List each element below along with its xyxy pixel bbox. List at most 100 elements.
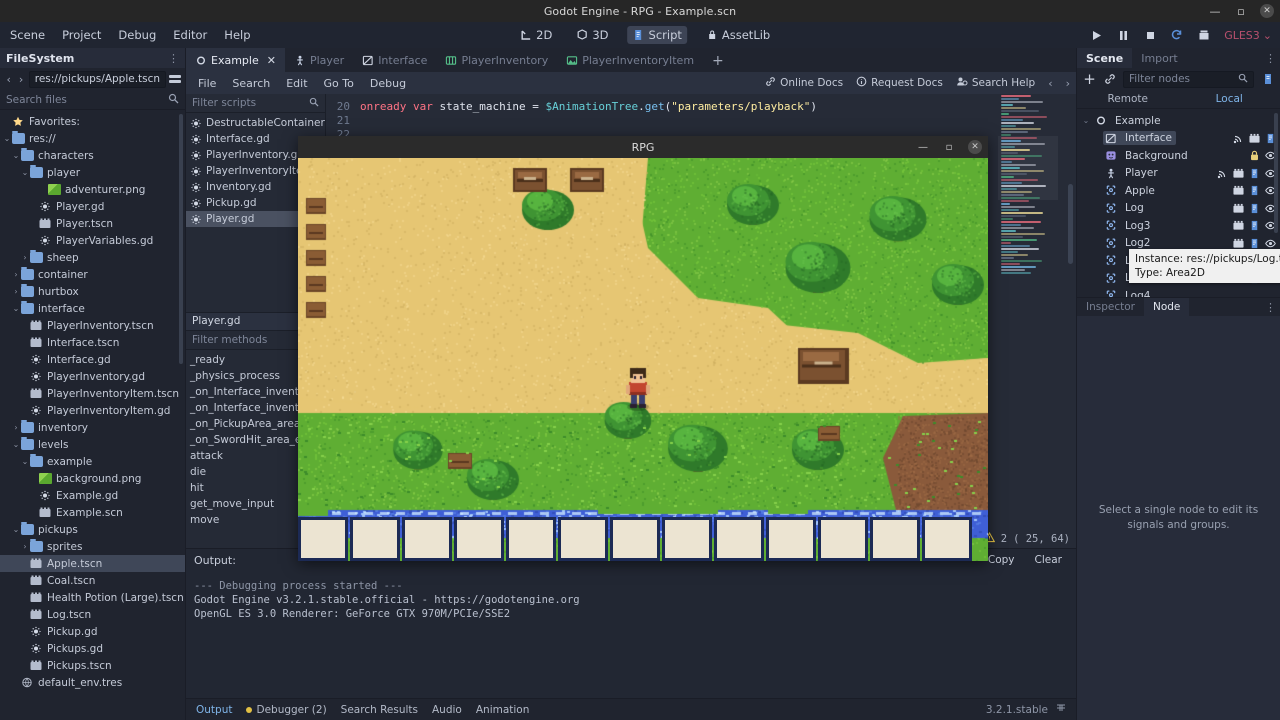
filesystem-item[interactable]: Interface.tscn bbox=[0, 334, 185, 351]
close-tab-icon[interactable]: ✕ bbox=[267, 54, 276, 67]
inventory-slot[interactable] bbox=[402, 517, 452, 561]
filesystem-item[interactable]: Example.gd bbox=[0, 487, 185, 504]
filesystem-item[interactable]: ⌄ example bbox=[0, 453, 185, 470]
bottom-tab-audio[interactable]: Audio bbox=[432, 704, 462, 716]
bottom-tab-output[interactable]: Output bbox=[196, 704, 232, 716]
filesystem-item[interactable]: Interface.gd bbox=[0, 351, 185, 368]
filesystem-item[interactable]: › inventory bbox=[0, 419, 185, 436]
scene-tree-node[interactable]: Apple bbox=[1077, 182, 1280, 200]
collapse-arrow-icon[interactable]: ⌄ bbox=[20, 457, 30, 466]
expand-arrow-icon[interactable]: › bbox=[20, 253, 30, 262]
tab-import[interactable]: Import bbox=[1132, 48, 1187, 68]
inventory-slot[interactable] bbox=[870, 517, 920, 561]
prev-script-button[interactable]: ‹ bbox=[1048, 77, 1052, 90]
nav-forward-icon[interactable]: › bbox=[16, 73, 25, 86]
scene-tab-playerinventory[interactable]: PlayerInventory bbox=[436, 48, 557, 72]
collapse-arrow-icon[interactable]: ⌄ bbox=[20, 168, 30, 177]
inventory-slot[interactable] bbox=[610, 517, 660, 561]
game-minimize-button[interactable]: — bbox=[916, 140, 930, 154]
inventory-slot[interactable] bbox=[922, 517, 972, 561]
filesystem-scrollbar[interactable] bbox=[179, 114, 183, 364]
scene-tab-playerinventoryitem[interactable]: PlayerInventoryItem bbox=[557, 48, 703, 72]
filesystem-item[interactable]: PlayerInventory.gd bbox=[0, 368, 185, 385]
minimize-button[interactable]: — bbox=[1208, 4, 1222, 18]
split-mode-icon[interactable] bbox=[169, 72, 181, 86]
dock-menu-icon[interactable]: ⋮ bbox=[1265, 52, 1280, 65]
resize-grip-icon[interactable] bbox=[1056, 703, 1066, 716]
filter-nodes-input[interactable]: Filter nodes bbox=[1123, 70, 1254, 88]
filesystem-item[interactable]: Player.gd bbox=[0, 198, 185, 215]
expand-arrow-icon[interactable]: › bbox=[11, 270, 21, 279]
play-scene-button[interactable] bbox=[1170, 28, 1184, 42]
signal-icon[interactable] bbox=[1217, 168, 1228, 179]
play-custom-scene-button[interactable] bbox=[1197, 28, 1211, 42]
script-icon[interactable] bbox=[1249, 220, 1260, 231]
scene-instance-icon[interactable] bbox=[1233, 220, 1244, 231]
filesystem-item[interactable]: Favorites: bbox=[0, 113, 185, 130]
menu-project[interactable]: Project bbox=[62, 28, 101, 42]
filesystem-item[interactable]: ⌄ player bbox=[0, 164, 185, 181]
script-filter-input[interactable]: Filter scripts bbox=[186, 94, 325, 113]
output-log[interactable]: --- Debugging process started --- Godot E… bbox=[186, 571, 1076, 698]
expand-arrow-icon[interactable]: › bbox=[11, 423, 21, 432]
filesystem-item[interactable]: Example.scn bbox=[0, 504, 185, 521]
inventory-slot[interactable] bbox=[766, 517, 816, 561]
inventory-slot[interactable] bbox=[662, 517, 712, 561]
bottom-tab-search-results[interactable]: Search Results bbox=[341, 704, 418, 716]
script-menu-search[interactable]: Search bbox=[232, 77, 270, 90]
tab-inspector[interactable]: Inspector bbox=[1077, 298, 1144, 317]
script-icon[interactable] bbox=[1249, 203, 1260, 214]
filesystem-item[interactable]: › sheep bbox=[0, 249, 185, 266]
inventory-slot[interactable] bbox=[818, 517, 868, 561]
collapse-arrow-icon[interactable]: ⌄ bbox=[11, 440, 21, 449]
scene-instance-icon[interactable] bbox=[1233, 168, 1244, 179]
tab-scene[interactable]: Scene bbox=[1077, 48, 1133, 68]
game-render-canvas[interactable] bbox=[298, 158, 988, 561]
expand-arrow-icon[interactable]: › bbox=[20, 542, 30, 551]
inventory-slot[interactable] bbox=[454, 517, 504, 561]
nav-back-icon[interactable]: ‹ bbox=[4, 73, 13, 86]
collapse-arrow-icon[interactable]: ⌄ bbox=[11, 151, 21, 160]
filesystem-menu-icon[interactable]: ⋮ bbox=[168, 52, 179, 65]
tab-node[interactable]: Node bbox=[1143, 297, 1190, 317]
filesystem-item[interactable]: PlayerInventoryItem.tscn bbox=[0, 385, 185, 402]
scene-instance-icon[interactable] bbox=[1233, 185, 1244, 196]
filesystem-item[interactable]: Health Potion (Large).tscn bbox=[0, 589, 185, 606]
add-scene-tab-button[interactable]: + bbox=[703, 50, 733, 72]
player-inventory-hotbar[interactable] bbox=[298, 513, 988, 561]
request-docs-button[interactable]: Request Docs bbox=[856, 76, 943, 90]
script-icon[interactable] bbox=[1249, 185, 1260, 196]
renderer-selector[interactable]: GLES3 ⌄ bbox=[1224, 29, 1272, 42]
mode-2d-button[interactable]: 2D bbox=[515, 26, 557, 44]
inventory-slot[interactable] bbox=[714, 517, 764, 561]
search-help-button[interactable]: Search Help bbox=[956, 76, 1035, 90]
menu-editor[interactable]: Editor bbox=[173, 28, 207, 42]
collapse-arrow-icon[interactable]: ⌄ bbox=[11, 304, 21, 313]
inventory-slot[interactable] bbox=[558, 517, 608, 561]
filesystem-item[interactable]: default_env.tres bbox=[0, 674, 185, 691]
collapse-arrow-icon[interactable]: ⌄ bbox=[1079, 116, 1093, 125]
scene-tree-node[interactable]: Log4 bbox=[1077, 287, 1280, 297]
game-maximize-button[interactable]: ▫ bbox=[942, 140, 956, 154]
clear-button[interactable]: Clear bbox=[1029, 553, 1068, 567]
next-script-button[interactable]: › bbox=[1066, 77, 1070, 90]
filesystem-item[interactable]: ⌄ interface bbox=[0, 300, 185, 317]
filesystem-item[interactable]: PlayerVariables.gd bbox=[0, 232, 185, 249]
filesystem-item[interactable]: Pickups.gd bbox=[0, 640, 185, 657]
attach-script-button[interactable] bbox=[1261, 73, 1274, 86]
bottom-tab-debugger-2[interactable]: Debugger (2) bbox=[246, 704, 327, 716]
instance-scene-button[interactable] bbox=[1103, 73, 1116, 86]
filesystem-item[interactable]: Player.tscn bbox=[0, 215, 185, 232]
close-button[interactable]: ✕ bbox=[1260, 4, 1274, 18]
filesystem-item[interactable]: › hurtbox bbox=[0, 283, 185, 300]
scene-tab-example[interactable]: Example ✕ bbox=[186, 48, 285, 72]
expand-arrow-icon[interactable]: › bbox=[11, 287, 21, 296]
scene-tree-scrollbar[interactable] bbox=[1274, 113, 1278, 233]
menu-scene[interactable]: Scene bbox=[10, 28, 45, 42]
inventory-slot[interactable] bbox=[506, 517, 556, 561]
collapse-arrow-icon[interactable]: ⌄ bbox=[2, 134, 12, 143]
filesystem-item[interactable]: background.png bbox=[0, 470, 185, 487]
scene-tree-node[interactable]: Log3 bbox=[1077, 217, 1280, 235]
inventory-slot[interactable] bbox=[350, 517, 400, 561]
scene-tree-node[interactable]: ⌄ Example bbox=[1077, 112, 1280, 130]
